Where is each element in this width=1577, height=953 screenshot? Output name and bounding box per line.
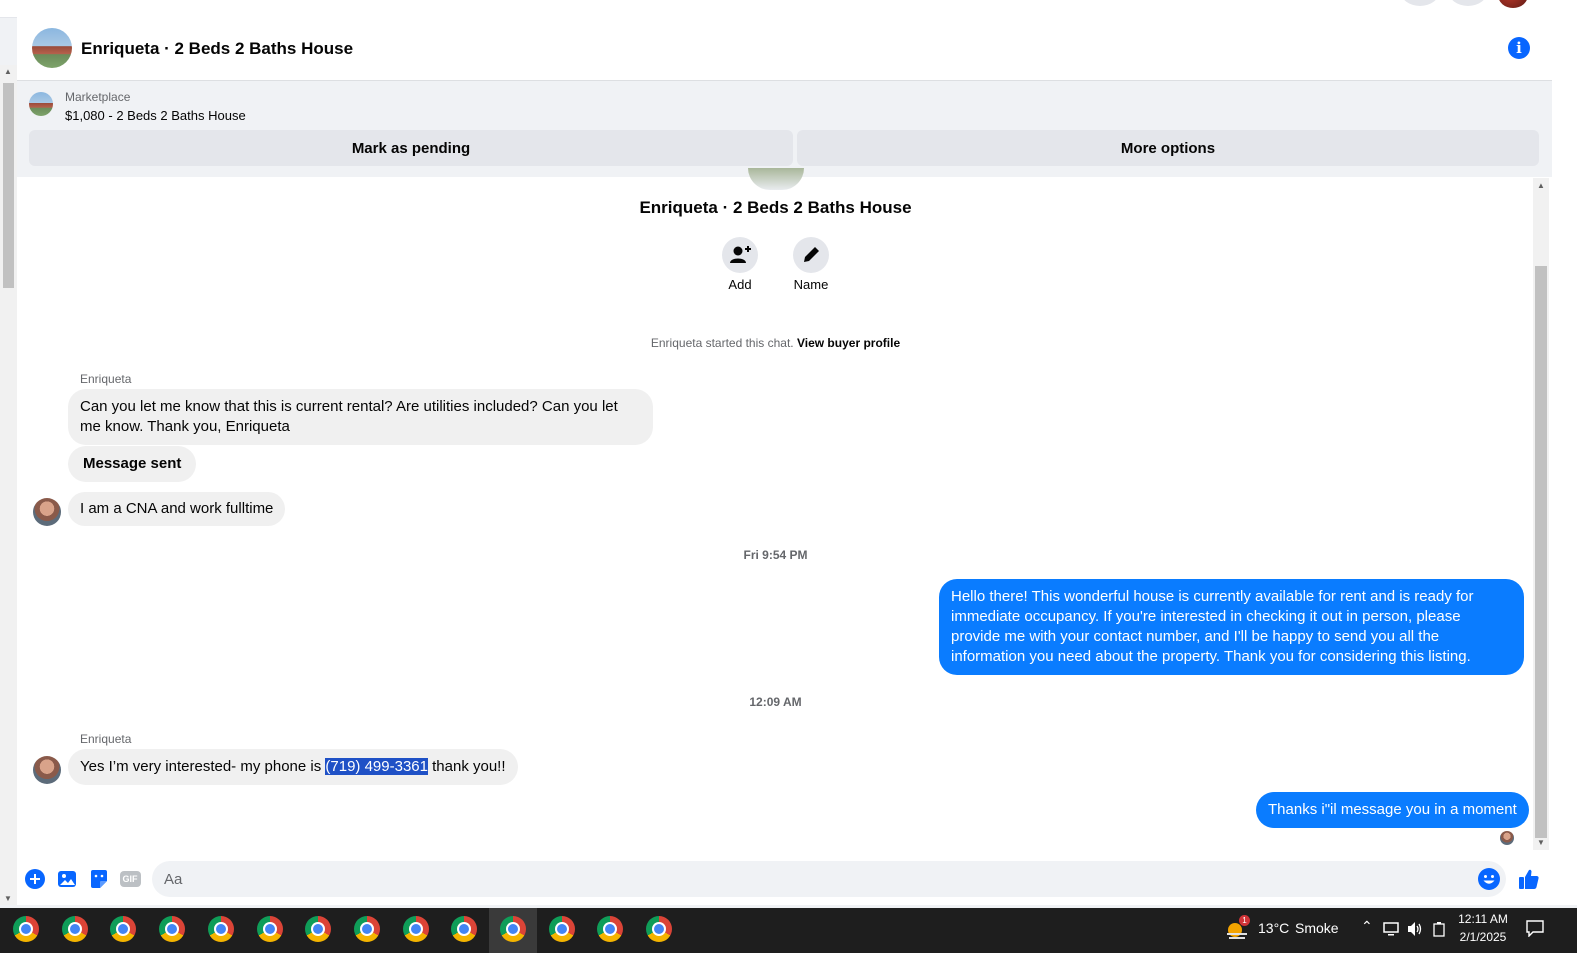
view-buyer-profile-link[interactable]: View buyer profile — [797, 336, 900, 350]
listing-price-title[interactable]: $1,080 - 2 Beds 2 Baths House — [65, 108, 246, 123]
chrome-icon[interactable] — [305, 916, 331, 942]
chrome-icon[interactable] — [208, 916, 234, 942]
mark-as-pending-button[interactable]: Mark as pending — [29, 130, 793, 166]
message-bubble-incoming[interactable]: Can you let me know that this is current… — [68, 389, 653, 445]
edit-name-button[interactable] — [793, 237, 829, 273]
chrome-icon[interactable] — [257, 916, 283, 942]
page-scrollbar-thumb[interactable] — [3, 83, 14, 288]
chrome-icon[interactable] — [451, 916, 477, 942]
add-label: Add — [728, 277, 752, 292]
chrome-icon[interactable] — [403, 916, 429, 942]
message-text: Yes I’m very interested- my phone is — [80, 758, 326, 775]
add-people-button[interactable] — [722, 237, 758, 273]
weather-badge: 1 — [1239, 915, 1250, 926]
chat-scrollbar-thumb[interactable] — [1535, 266, 1547, 838]
name-label: Name — [793, 277, 829, 292]
chrome-icon[interactable] — [549, 916, 575, 942]
weather-desc[interactable]: Smoke — [1295, 920, 1339, 936]
chrome-icon[interactable] — [13, 916, 39, 942]
chrome-icon[interactable] — [159, 916, 185, 942]
chrome-icon[interactable] — [354, 916, 380, 942]
emoji-icon[interactable] — [1478, 868, 1500, 890]
marketplace-label: Marketplace — [65, 90, 131, 104]
read-receipt-avatar — [1500, 831, 1514, 845]
chat-title[interactable]: Enriqueta · 2 Beds 2 Baths House — [81, 39, 353, 59]
weather-temp[interactable]: 13°C — [1258, 920, 1289, 936]
chat-started-note: Enriqueta started this chat. View buyer … — [17, 336, 1534, 350]
message-bubble-incoming[interactable]: Yes I’m very interested- my phone is (71… — [68, 749, 518, 785]
sender-avatar[interactable] — [33, 498, 61, 526]
chrome-icon[interactable] — [110, 916, 136, 942]
image-icon[interactable] — [56, 868, 78, 890]
message-bubble-outgoing[interactable]: Thanks i"il message you in a moment — [1256, 792, 1529, 828]
gif-label: GIF — [119, 871, 141, 887]
listing-thumbnail[interactable] — [29, 92, 53, 116]
pencil-icon — [804, 247, 819, 262]
thumbs-up-icon[interactable] — [1518, 868, 1540, 890]
chrome-icon[interactable] — [597, 916, 623, 942]
chrome-icon[interactable] — [500, 916, 526, 942]
conversation-title: Enriqueta · 2 Beds 2 Baths House — [639, 198, 912, 217]
network-icon[interactable] — [1383, 921, 1401, 942]
chevron-up-icon[interactable]: ⌃ — [1361, 918, 1373, 935]
plus-icon[interactable] — [24, 868, 46, 890]
notification-icon[interactable] — [1525, 919, 1545, 942]
weather-icon[interactable]: 1 — [1225, 915, 1250, 940]
chrome-icon[interactable] — [646, 916, 672, 942]
more-options-button[interactable]: More options — [797, 130, 1539, 166]
info-icon[interactable]: i — [1508, 37, 1530, 59]
listing-avatar[interactable] — [32, 28, 72, 68]
sender-name: Enriqueta — [80, 732, 132, 746]
message-bubble-incoming[interactable]: Message sent — [68, 446, 197, 482]
message-bubble-outgoing[interactable]: Hello there! This wonderful house is cur… — [939, 579, 1524, 675]
browser-status-line — [17, 891, 617, 905]
chrome-icon[interactable] — [62, 916, 88, 942]
message-timestamp: Fri 9:54 PM — [743, 548, 808, 562]
chat-started-text: Enriqueta started this chat. — [650, 336, 794, 350]
message-bubble-incoming[interactable]: I am a CNA and work fulltime — [68, 492, 286, 526]
outer-right-gutter — [1552, 17, 1577, 905]
sticker-icon[interactable] — [88, 868, 110, 890]
message-text: thank you!! — [427, 758, 506, 775]
volume-icon[interactable] — [1406, 921, 1424, 942]
windows-taskbar — [0, 908, 1577, 953]
phone-number-selection[interactable]: (719) 499-3361 — [325, 758, 428, 775]
clock-time[interactable]: 12:11 AM — [1450, 912, 1516, 926]
page-scrollbar[interactable]: ▲ ▼ — [0, 65, 17, 905]
gif-icon[interactable]: GIF — [119, 868, 141, 890]
browser-top-strip — [0, 0, 1577, 18]
battery-icon[interactable] — [1432, 921, 1446, 942]
sender-name: Enriqueta — [80, 372, 132, 386]
clock-date[interactable]: 2/1/2025 — [1450, 930, 1516, 944]
message-timestamp: 12:09 AM — [749, 695, 802, 709]
chat-scrollbar[interactable]: ▲ ▼ — [1533, 178, 1549, 850]
add-person-icon — [730, 246, 751, 263]
sender-avatar[interactable] — [33, 756, 61, 784]
